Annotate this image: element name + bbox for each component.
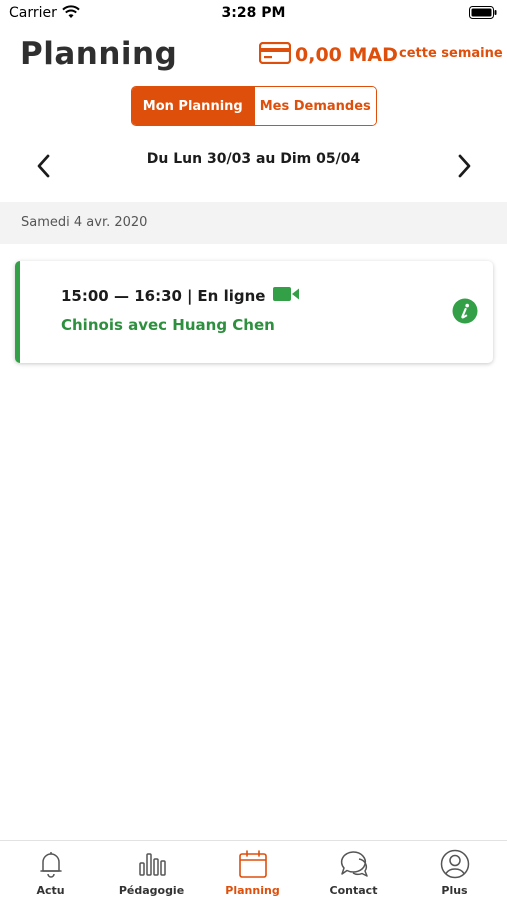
- chat-bubbles-icon: [339, 849, 369, 879]
- tab-pedagogie[interactable]: Pédagogie: [101, 841, 202, 900]
- session-card[interactable]: 15:00 — 16:30 | En ligne Chinois avec Hu…: [15, 261, 493, 363]
- bar-chart-icon: [137, 849, 167, 879]
- tab-label-pedagogie: Pédagogie: [118, 884, 185, 897]
- tab-mon-planning[interactable]: Mon Planning: [132, 87, 254, 125]
- tab-planning[interactable]: Planning: [202, 841, 303, 900]
- battery-icon: [469, 6, 497, 23]
- day-section-header: Samedi 4 avr. 2020: [0, 202, 507, 244]
- screen: Carrier 3:28 PM Planning 0,00 MAD cette …: [0, 0, 507, 900]
- credit-card-icon: [258, 41, 292, 68]
- session-separator: |: [186, 287, 193, 305]
- session-info-button[interactable]: [452, 298, 478, 324]
- bottom-tab-bar: Actu Pédagogie Planning Contact Plus: [0, 840, 507, 900]
- tab-plus[interactable]: Plus: [404, 841, 505, 900]
- balance-period: cette semaine: [399, 46, 503, 61]
- balance-indicator[interactable]: 0,00 MAD: [258, 41, 398, 68]
- page-title: Planning: [20, 36, 178, 72]
- status-bar: Carrier 3:28 PM: [0, 0, 507, 28]
- info-icon: [452, 298, 478, 328]
- balance-amount: 0,00 MAD: [295, 44, 398, 66]
- video-camera-icon: [273, 286, 300, 306]
- tab-mes-demandes[interactable]: Mes Demandes: [253, 87, 376, 125]
- session-mode: En ligne: [197, 287, 266, 305]
- user-circle-icon: [440, 849, 470, 879]
- tab-actu[interactable]: Actu: [0, 841, 101, 900]
- bell-icon: [36, 849, 66, 879]
- session-info-line: 15:00 — 16:30 | En ligne: [61, 286, 300, 306]
- session-time-range: 15:00 — 16:30: [61, 287, 182, 305]
- next-week-button[interactable]: [454, 153, 474, 179]
- week-navigation: Du Lun 30/03 au Dim 05/04: [0, 145, 507, 185]
- tab-contact[interactable]: Contact: [303, 841, 404, 900]
- planning-segmented-control: Mon Planning Mes Demandes: [131, 86, 377, 126]
- tab-label-actu: Actu: [36, 884, 65, 897]
- chevron-right-icon: [454, 154, 474, 183]
- tab-label-contact: Contact: [329, 884, 378, 897]
- day-label: Samedi 4 avr. 2020: [21, 215, 148, 230]
- tab-label-plus: Plus: [441, 884, 468, 897]
- tab-label-planning: Planning: [225, 884, 280, 897]
- calendar-icon: [238, 849, 268, 879]
- week-range-label: Du Lun 30/03 au Dim 05/04: [146, 151, 361, 167]
- clock-label: 3:28 PM: [221, 5, 286, 21]
- session-course: Chinois avec Huang Chen: [61, 316, 275, 334]
